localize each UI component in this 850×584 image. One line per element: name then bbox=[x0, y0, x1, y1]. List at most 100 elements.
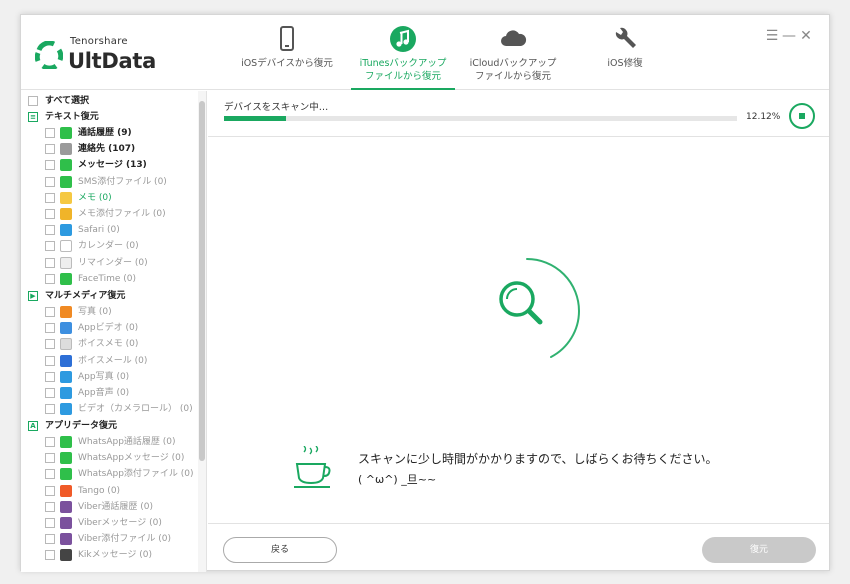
sidebar-item[interactable]: 連絡先 (107) bbox=[21, 141, 199, 157]
notes-icon bbox=[60, 191, 72, 204]
item-checkbox[interactable] bbox=[45, 501, 55, 512]
sidebar-item[interactable]: App音声 (0) bbox=[21, 385, 199, 401]
minimize-icon[interactable]: — bbox=[781, 28, 797, 44]
sidebar-scrollbar[interactable] bbox=[198, 91, 206, 572]
category-app-data-recover[interactable]: A アプリデータ復元 bbox=[21, 418, 199, 434]
camera-roll-video-icon bbox=[60, 403, 72, 416]
scrollbar-thumb[interactable] bbox=[199, 101, 205, 461]
sidebar-item[interactable]: Viberメッセージ (0) bbox=[21, 515, 199, 531]
item-checkbox[interactable] bbox=[45, 128, 55, 138]
stop-scan-button[interactable] bbox=[789, 103, 815, 129]
item-checkbox[interactable] bbox=[45, 241, 55, 252]
tab-icloud-backup-recover[interactable]: iCloudバックアップ ファイルから復元 bbox=[461, 15, 565, 90]
sidebar-item[interactable]: メモ (0) bbox=[21, 190, 199, 206]
item-checkbox[interactable] bbox=[45, 176, 55, 187]
item-checkbox[interactable] bbox=[45, 355, 55, 366]
app-category-icon: A bbox=[28, 421, 38, 431]
sidebar-item-label: 連絡先 (107) bbox=[78, 144, 136, 155]
item-checkbox[interactable] bbox=[45, 550, 55, 561]
sidebar-item-label: Appビデオ (0) bbox=[78, 323, 139, 334]
close-icon[interactable]: ✕ bbox=[798, 28, 814, 44]
header: Tenorshare UltData iOSデバイスから復元 iTunesバック… bbox=[21, 15, 829, 90]
item-checkbox[interactable] bbox=[45, 144, 55, 155]
sidebar-item[interactable]: メッセージ (13) bbox=[21, 157, 199, 173]
sidebar-item[interactable]: App写真 (0) bbox=[21, 369, 199, 385]
back-button[interactable]: 戻る bbox=[223, 537, 337, 563]
sidebar-item[interactable]: メモ添付ファイル (0) bbox=[21, 206, 199, 222]
sidebar-item[interactable]: ビデオ（カメラロール） (0) bbox=[21, 401, 199, 417]
item-checkbox[interactable] bbox=[45, 371, 55, 382]
sidebar-item[interactable]: Viber通話履歴 (0) bbox=[21, 499, 199, 515]
category-multimedia-recover[interactable]: ▶ マルチメディア復元 bbox=[21, 288, 199, 304]
sidebar-item[interactable]: 通話履歴 (9) bbox=[21, 125, 199, 141]
file-type-sidebar: すべて選択 ≡ テキスト復元 通話履歴 (9) 連絡先 (107) メッセージ (1… bbox=[21, 91, 207, 572]
tab-label: iOS修復 bbox=[607, 58, 643, 69]
tab-ios-device-recover[interactable]: iOSデバイスから復元 bbox=[239, 15, 335, 90]
sidebar-item[interactable]: カレンダー (0) bbox=[21, 238, 199, 254]
sidebar-item[interactable]: Kikメッセージ (0) bbox=[21, 547, 199, 563]
sidebar-item-label: WhatsAppメッセージ (0) bbox=[78, 453, 185, 464]
sidebar-item-label: Viberメッセージ (0) bbox=[78, 518, 162, 528]
item-checkbox[interactable] bbox=[45, 453, 55, 464]
sidebar-item[interactable]: SMS添付ファイル (0) bbox=[21, 174, 199, 190]
sidebar-item[interactable]: WhatsAppメッセージ (0) bbox=[21, 450, 199, 466]
menu-icon[interactable]: ☰ bbox=[764, 28, 780, 44]
viber-icon bbox=[60, 517, 72, 529]
item-checkbox[interactable] bbox=[45, 485, 55, 496]
main-panel: デバイスをスキャン中… 12.12% スキャンに少し時間がかかりますので、しばら… bbox=[208, 91, 829, 572]
sidebar-item[interactable]: ボイスメモ (0) bbox=[21, 336, 199, 352]
item-checkbox[interactable] bbox=[45, 307, 55, 317]
tab-label-line1: iTunesバックアップ bbox=[359, 58, 447, 69]
viber-attachment-icon bbox=[60, 533, 72, 546]
recover-button[interactable]: 復元 bbox=[702, 537, 816, 563]
sidebar-item[interactable]: Appビデオ (0) bbox=[21, 320, 199, 336]
item-checkbox[interactable] bbox=[45, 257, 55, 268]
voicemail-icon bbox=[60, 354, 72, 367]
sidebar-item[interactable]: FaceTime (0) bbox=[21, 271, 199, 287]
item-checkbox[interactable] bbox=[45, 323, 55, 334]
item-checkbox[interactable] bbox=[45, 160, 55, 171]
item-checkbox[interactable] bbox=[45, 209, 55, 219]
notes-attachment-icon bbox=[60, 208, 72, 220]
sidebar-item-label: FaceTime (0) bbox=[78, 273, 136, 284]
sidebar-item[interactable]: Viber添付ファイル (0) bbox=[21, 531, 199, 547]
item-checkbox[interactable] bbox=[45, 404, 55, 415]
progress-bar bbox=[224, 116, 737, 121]
item-checkbox[interactable] bbox=[45, 192, 55, 203]
item-checkbox[interactable] bbox=[45, 518, 55, 528]
item-checkbox[interactable] bbox=[45, 273, 55, 284]
sidebar-item-label: メモ添付ファイル (0) bbox=[78, 209, 166, 219]
item-checkbox[interactable] bbox=[45, 469, 55, 480]
sidebar-item-label: ボイスメモ (0) bbox=[78, 339, 139, 350]
item-checkbox[interactable] bbox=[45, 388, 55, 398]
sidebar-item-label: ボイスメール (0) bbox=[78, 355, 148, 366]
scanning-magnifier-icon bbox=[499, 258, 581, 358]
select-all-checkbox[interactable] bbox=[28, 96, 38, 106]
sidebar-item[interactable]: WhatsApp通話履歴 (0) bbox=[21, 434, 199, 450]
item-checkbox[interactable] bbox=[45, 437, 55, 447]
sidebar-item-label: Viber添付ファイル (0) bbox=[78, 534, 172, 545]
sidebar-item[interactable]: Safari (0) bbox=[21, 222, 199, 238]
voice-memo-icon bbox=[60, 338, 72, 351]
wrench-icon bbox=[615, 27, 636, 48]
category-text-recover[interactable]: ≡ テキスト復元 bbox=[21, 109, 199, 125]
window-controls: ☰ — ✕ bbox=[763, 25, 819, 44]
sidebar-item-label: Kikメッセージ (0) bbox=[78, 550, 153, 561]
sidebar-item[interactable]: WhatsApp添付ファイル (0) bbox=[21, 466, 199, 482]
sidebar-item[interactable]: Tango (0) bbox=[21, 483, 199, 499]
item-checkbox[interactable] bbox=[45, 534, 55, 545]
tab-itunes-backup-recover[interactable]: iTunesバックアップ ファイルから復元 bbox=[351, 15, 455, 90]
sidebar-item[interactable]: 写真 (0) bbox=[21, 304, 199, 320]
scan-status-title: デバイスをスキャン中… bbox=[224, 102, 329, 113]
sidebar-item[interactable]: ボイスメール (0) bbox=[21, 353, 199, 369]
tab-ios-repair[interactable]: iOS修復 bbox=[577, 15, 673, 90]
item-checkbox[interactable] bbox=[45, 339, 55, 350]
sidebar-item[interactable]: リマインダー (0) bbox=[21, 255, 199, 271]
sidebar-item-label: リマインダー (0) bbox=[78, 257, 148, 268]
select-all-label: すべて選択 bbox=[45, 96, 90, 106]
tab-label-line2: ファイルから復元 bbox=[364, 71, 441, 82]
select-all-row[interactable]: すべて選択 bbox=[21, 93, 199, 109]
item-checkbox[interactable] bbox=[45, 225, 55, 236]
category-label: マルチメディア復元 bbox=[45, 291, 126, 301]
reminder-icon bbox=[60, 256, 72, 269]
